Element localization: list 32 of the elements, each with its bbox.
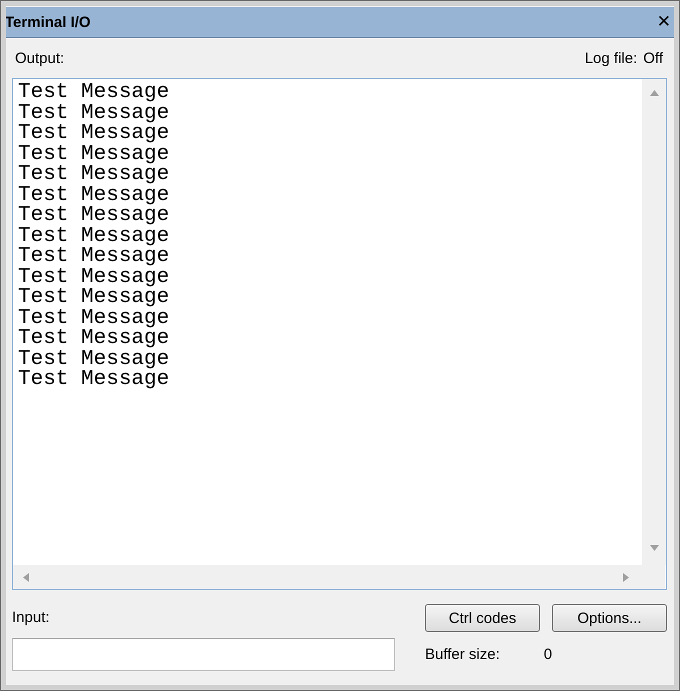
scroll-down-icon[interactable] <box>650 545 658 551</box>
output-line: Test Message <box>18 124 170 144</box>
output-line: Test Message <box>18 370 170 390</box>
output-label: Output: <box>15 50 64 66</box>
dialog-button[interactable]: Ctrl codes <box>425 604 540 632</box>
window-title: Terminal I/O <box>5 14 91 30</box>
output-line: Test Message <box>18 226 170 247</box>
output-line: Test Message <box>18 329 170 350</box>
scroll-right-icon[interactable] <box>623 572 629 582</box>
input-field[interactable] <box>12 638 395 671</box>
output-line: Test Message <box>18 206 170 226</box>
output-line: Test Message <box>18 288 170 308</box>
buffer-size-label: Buffer size: <box>425 646 500 663</box>
output-line: Test Message <box>18 308 170 329</box>
buffer-size-value: 0 <box>544 646 552 663</box>
log-file-value: Off <box>643 50 663 66</box>
output-line: Test Message <box>18 83 170 104</box>
output-line: Test Message <box>18 247 170 268</box>
horizontal-scrollbar[interactable] <box>13 565 666 589</box>
input-label: Input: <box>12 609 51 626</box>
output-line: Test Message <box>18 144 170 165</box>
output-line: Test Message <box>18 186 170 206</box>
vertical-scrollbar[interactable] <box>642 79 666 565</box>
close-button[interactable]: ✕ <box>656 12 671 32</box>
scroll-left-icon[interactable] <box>23 572 29 582</box>
scroll-up-icon[interactable] <box>650 90 658 96</box>
output-line: Test Message <box>18 165 170 186</box>
output-line: Test Message <box>18 268 170 288</box>
dialog-button[interactable]: Options... <box>552 604 667 632</box>
output-line: Test Message <box>18 350 170 370</box>
output-line: Test Message <box>18 104 170 124</box>
log-file-label: Log file: <box>584 50 638 66</box>
